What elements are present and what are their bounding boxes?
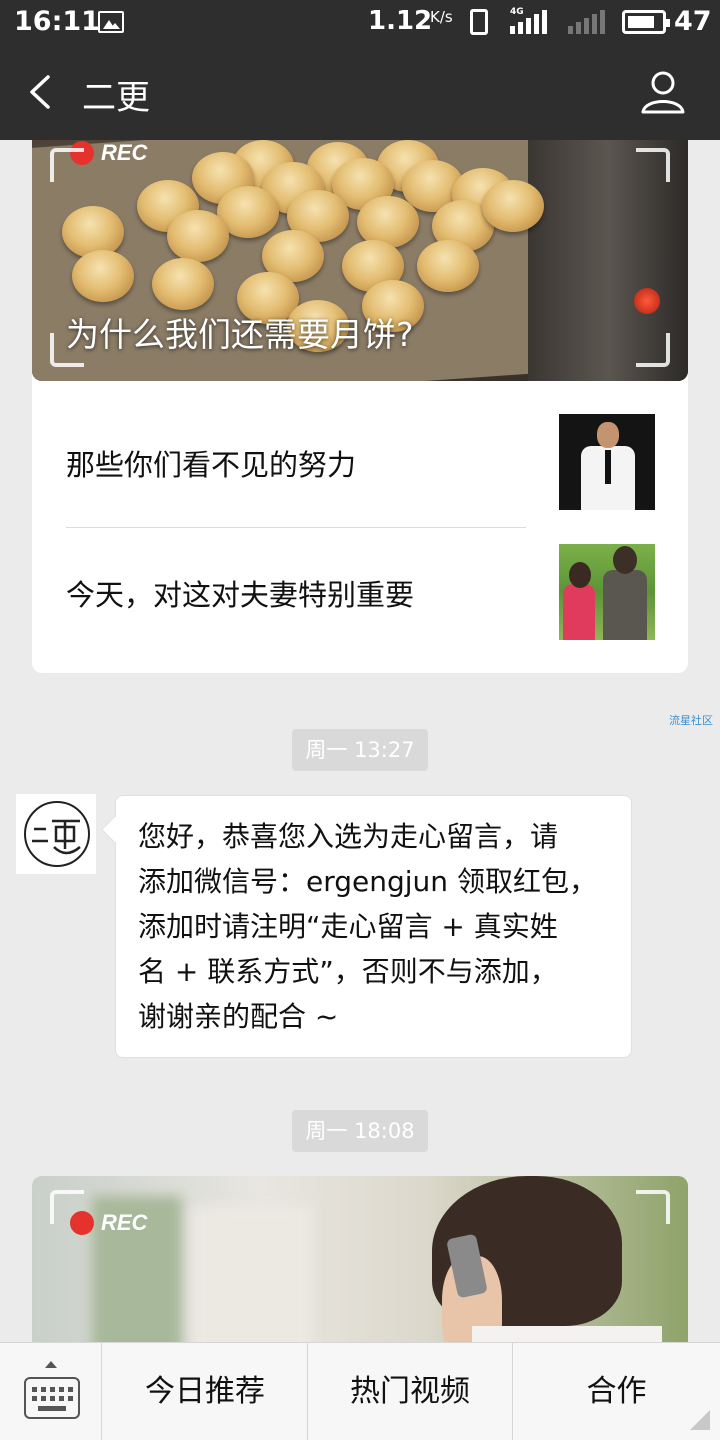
message-text-line: 添加微信号：ergengjun 领取红包， (138, 865, 597, 898)
article-hero-image[interactable]: REC 为什么我们还需要月饼? (32, 140, 688, 381)
article-item-thumbnail[interactable] (559, 414, 655, 510)
woman-head (569, 562, 591, 588)
profile-icon[interactable] (640, 70, 686, 114)
title-bar: 二更 (0, 44, 720, 140)
pilot-tie (605, 450, 611, 484)
mooncake (482, 180, 544, 232)
frame-corner-icon (50, 148, 84, 182)
page-title: 二更 (82, 78, 150, 118)
message-timestamp: 周一 18:08 (292, 1110, 428, 1152)
article-item-title[interactable]: 那些你们看不见的努力 (66, 442, 356, 484)
message-bubble[interactable]: 您好，恭喜您入选为走心留言，请 添加微信号：ergengjun 领取红包， 添加… (115, 795, 632, 1058)
article-item[interactable]: 那些你们看不见的努力 (32, 398, 688, 528)
man-figure (603, 570, 647, 640)
status-time: 16:11 (14, 6, 100, 37)
mooncake (72, 250, 134, 302)
message-text-line: 名 + 联系方式”，否则不与添加， (138, 955, 558, 988)
message-timestamp: 周一 13:27 (292, 729, 428, 771)
man-head (613, 546, 637, 574)
frame-corner-icon (50, 1190, 84, 1224)
mooncake (152, 258, 214, 310)
mooncake (417, 240, 479, 292)
keyboard-icon (24, 1377, 80, 1419)
video-card[interactable]: REC (32, 1176, 688, 1356)
corner-resize-icon (690, 1410, 710, 1430)
message-text-line: 添加时请注明“走心留言 + 真实姓 (138, 910, 558, 943)
pilot-head (597, 422, 619, 448)
battery-icon (622, 10, 670, 34)
article-card[interactable]: REC 为什么我们还需要月饼? 那些你们看不见的努力 今天，对这对夫妻特别重要 (32, 140, 688, 673)
image-notification-icon (98, 11, 124, 33)
back-arrow-icon[interactable] (26, 74, 60, 110)
frame-corner-icon (636, 148, 670, 182)
message-text-line: 谢谢亲的配合 ~ (138, 1000, 339, 1033)
message-text-line: 您好，恭喜您入选为走心留言，请 (138, 820, 559, 853)
frame-corner-icon (636, 333, 670, 367)
signal-icon (510, 10, 550, 34)
article-item[interactable]: 今天，对这对夫妻特别重要 (32, 528, 688, 658)
chevron-up-icon (45, 1361, 57, 1368)
avatar[interactable] (16, 794, 96, 874)
bottom-menu-bar: 今日推荐 热门视频 合作 (0, 1342, 720, 1440)
hero-title[interactable]: 为什么我们还需要月饼? (66, 308, 414, 356)
woman-figure (563, 584, 595, 640)
menu-today-recommend[interactable]: 今日推荐 (103, 1343, 308, 1440)
vibrate-icon (470, 9, 488, 35)
mooncake (167, 210, 229, 262)
article-item-thumbnail[interactable] (559, 544, 655, 640)
watermark: 流星社区 (669, 714, 713, 727)
menu-cooperation[interactable]: 合作 (513, 1343, 720, 1440)
menu-hot-videos[interactable]: 热门视频 (308, 1343, 513, 1440)
ergeng-logo-icon (32, 819, 81, 855)
signal-secondary-icon (568, 10, 608, 34)
avatar-logo-icon (24, 801, 90, 867)
keyboard-toggle-button[interactable] (0, 1343, 102, 1440)
rec-label: REC (101, 1210, 148, 1235)
frame-corner-icon (636, 1190, 670, 1224)
battery-level: 47 (674, 6, 712, 37)
article-item-title[interactable]: 今天，对这对夫妻特别重要 (66, 572, 414, 614)
network-speed-unit: K/s (430, 8, 453, 26)
status-bar: 16:11 1.12 K/s 4G 47 (0, 0, 720, 44)
rec-label: REC (101, 140, 148, 165)
oven-light (634, 288, 660, 314)
network-speed: 1.12 (368, 6, 433, 36)
background-building (192, 1206, 312, 1356)
